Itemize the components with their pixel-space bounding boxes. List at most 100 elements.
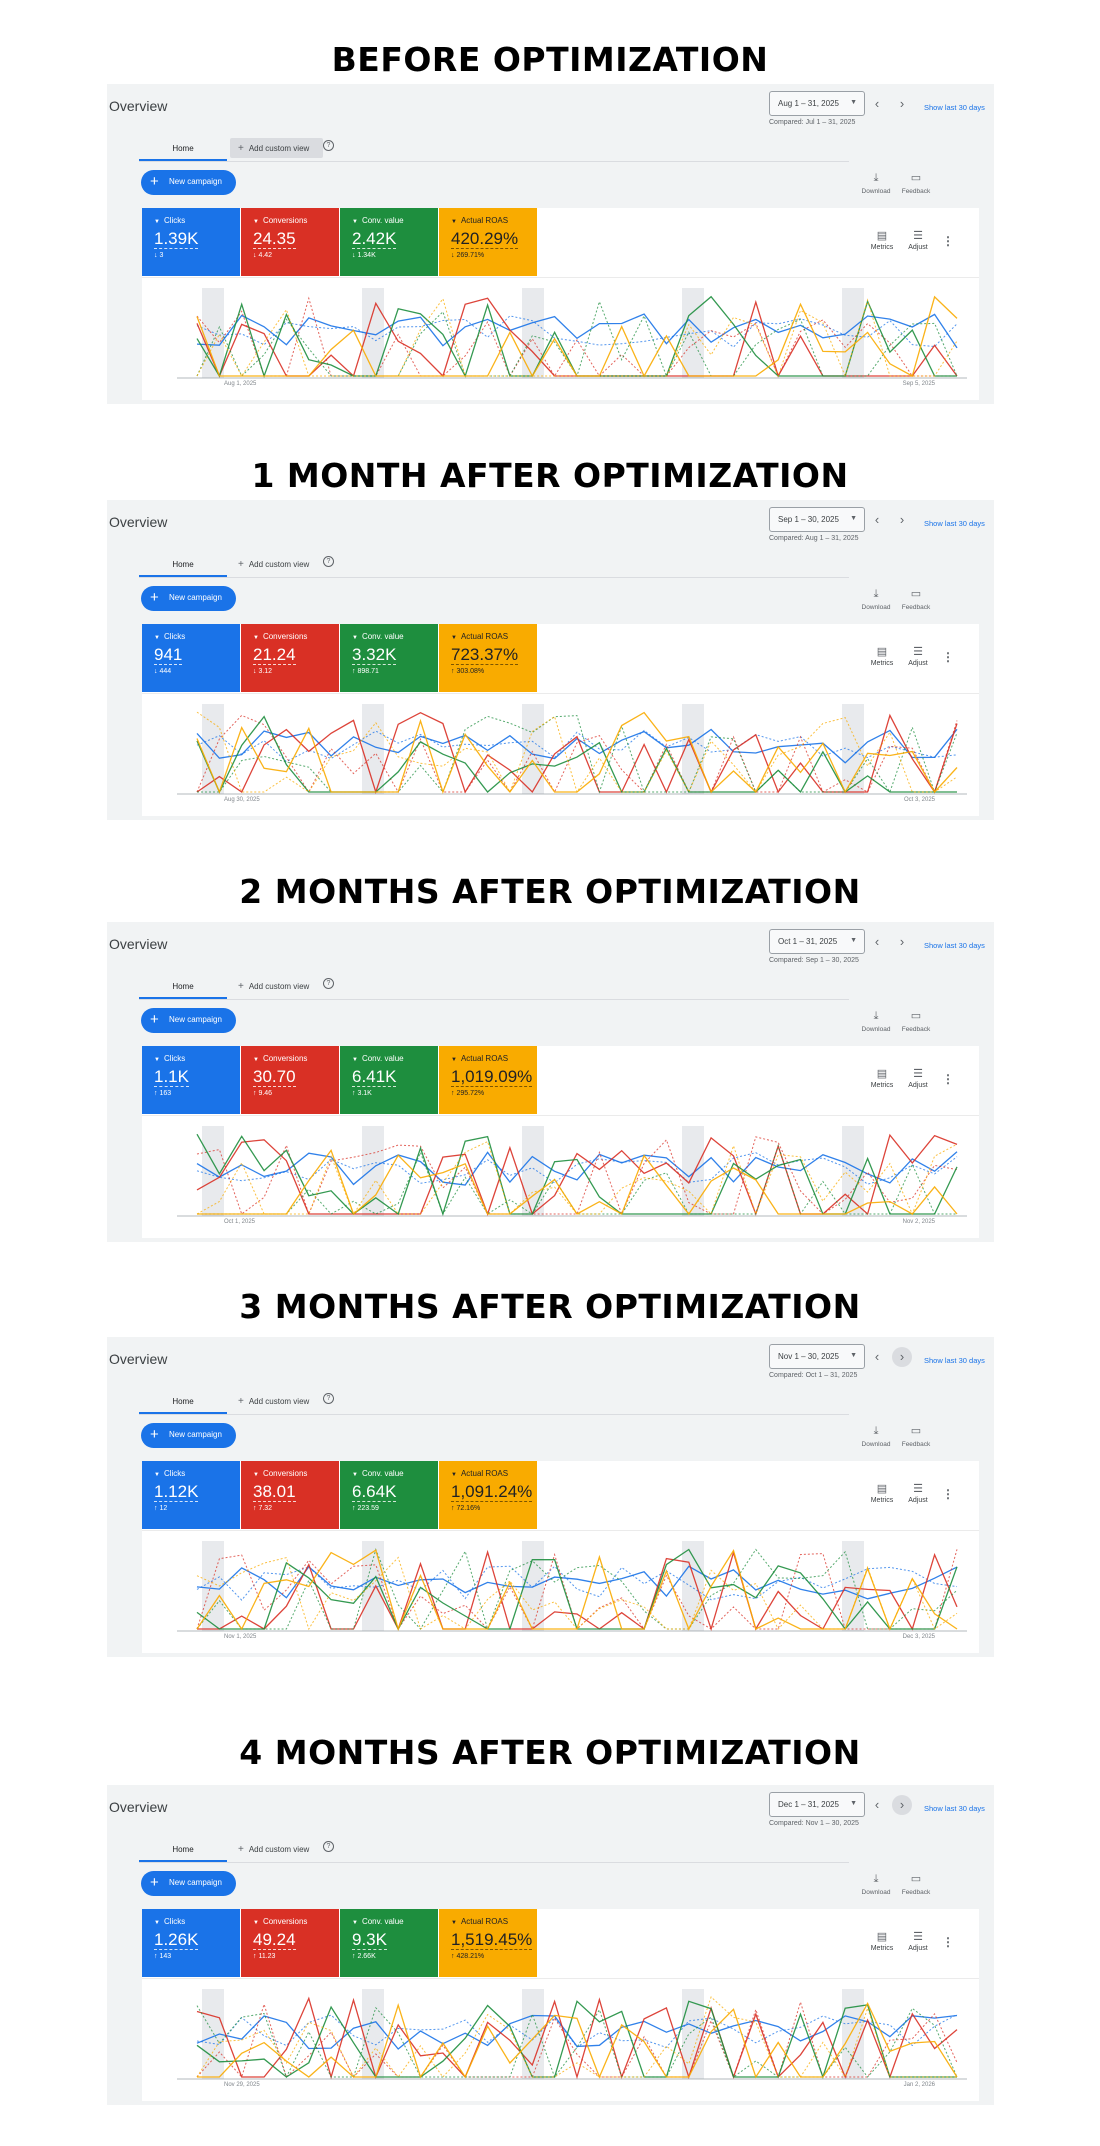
chevron-left-icon[interactable]: ‹ <box>867 932 887 952</box>
date-range-picker[interactable]: Sep 1 – 30, 2025 ▼ <box>769 507 865 532</box>
help-icon[interactable]: ? <box>323 1841 334 1852</box>
more-vert-icon[interactable]: ⋮ <box>942 1487 954 1501</box>
metric-name: Conv. value <box>361 216 404 225</box>
download-button[interactable]: ⤓ Download <box>855 1425 897 1448</box>
metric-card-conv-value[interactable]: ▼ Conv. value 9.3K ↑ 2.66K <box>340 1909 438 1977</box>
chevron-left-icon[interactable]: ‹ <box>867 1347 887 1367</box>
tab-home[interactable]: Home <box>139 1837 227 1862</box>
tab-add-custom-view[interactable]: + Add custom view <box>230 554 323 574</box>
x-axis-start-label: Aug 30, 2025 <box>224 797 260 803</box>
performance-card: ▼ Clicks 1.26K ↑ 143 ▼ Conversions 49.24 ↑… <box>142 1909 979 2101</box>
show-last-30-days-link[interactable]: Show last 30 days <box>924 941 985 950</box>
date-range-label: Sep 1 – 30, 2025 <box>778 515 839 524</box>
chevron-right-icon[interactable]: › <box>892 1347 912 1367</box>
download-button[interactable]: ⤓ Download <box>855 172 897 195</box>
metrics-button[interactable]: ▤ Metrics <box>864 1483 900 1504</box>
metrics-button[interactable]: ▤ Metrics <box>864 646 900 667</box>
tab-add-custom-view[interactable]: + Add custom view <box>230 1839 323 1859</box>
tab-add-custom-view[interactable]: + Add custom view <box>230 138 323 158</box>
more-vert-icon[interactable]: ⋮ <box>942 234 954 248</box>
show-last-30-days-link[interactable]: Show last 30 days <box>924 1356 985 1365</box>
tab-home[interactable]: Home <box>139 974 227 999</box>
metric-card-actual-roas[interactable]: ▼ Actual ROAS 420.29% ↓ 269.71% <box>439 208 537 276</box>
metric-card-conversions[interactable]: ▼ Conversions 30.70 ↑ 9.46 <box>241 1046 339 1114</box>
x-axis-end-label: Nov 2, 2025 <box>902 1219 935 1225</box>
chevron-right-icon[interactable]: › <box>892 510 912 530</box>
chevron-right-icon[interactable]: › <box>892 1795 912 1815</box>
date-range-picker[interactable]: Nov 1 – 30, 2025 ▼ <box>769 1344 865 1369</box>
metric-card-clicks[interactable]: ▼ Clicks 1.12K ↑ 12 <box>142 1461 240 1529</box>
metric-card-actual-roas[interactable]: ▼ Actual ROAS 1,019.09% ↑ 295.72% <box>439 1046 537 1114</box>
chevron-left-icon[interactable]: ‹ <box>867 1795 887 1815</box>
metric-card-actual-roas[interactable]: ▼ Actual ROAS 1,519.45% ↑ 428.21% <box>439 1909 537 1977</box>
show-last-30-days-link[interactable]: Show last 30 days <box>924 1804 985 1813</box>
date-range-picker[interactable]: Aug 1 – 31, 2025 ▼ <box>769 91 865 116</box>
tab-home[interactable]: Home <box>139 552 227 577</box>
tab-home[interactable]: Home <box>139 1389 227 1414</box>
help-icon[interactable]: ? <box>323 1393 334 1404</box>
feedback-button[interactable]: ▭ Feedback <box>895 1425 937 1448</box>
download-button[interactable]: ⤓ Download <box>855 1873 897 1896</box>
metrics-button[interactable]: ▤ Metrics <box>864 1068 900 1089</box>
tab-home[interactable]: Home <box>139 136 227 161</box>
date-range-picker[interactable]: Oct 1 – 31, 2025 ▼ <box>769 929 865 954</box>
metric-card-conversions[interactable]: ▼ Conversions 38.01 ↑ 7.32 <box>241 1461 339 1529</box>
feedback-button[interactable]: ▭ Feedback <box>895 588 937 611</box>
metric-card-actual-roas[interactable]: ▼ Actual ROAS 723.37% ↑ 303.08% <box>439 624 537 692</box>
caret-down-icon: ▼ <box>850 937 857 944</box>
new-campaign-button[interactable]: + New campaign <box>141 586 236 611</box>
chevron-left-icon[interactable]: ‹ <box>867 510 887 530</box>
more-vert-icon[interactable]: ⋮ <box>942 1935 954 1949</box>
chevron-right-icon[interactable]: › <box>892 932 912 952</box>
adjust-button[interactable]: ☰ Adjust <box>900 1068 936 1089</box>
metric-card-actual-roas[interactable]: ▼ Actual ROAS 1,091.24% ↑ 72.16% <box>439 1461 537 1529</box>
chevron-left-icon[interactable]: ‹ <box>867 94 887 114</box>
show-last-30-days-link[interactable]: Show last 30 days <box>924 519 985 528</box>
download-icon: ⤓ <box>873 172 879 184</box>
tab-add-custom-view[interactable]: + Add custom view <box>230 976 323 996</box>
metric-card-conv-value[interactable]: ▼ Conv. value 3.32K ↑ 898.71 <box>340 624 438 692</box>
show-last-30-days-link[interactable]: Show last 30 days <box>924 103 985 112</box>
download-button[interactable]: ⤓ Download <box>855 588 897 611</box>
adjust-button[interactable]: ☰ Adjust <box>900 646 936 667</box>
chevron-right-icon[interactable]: › <box>892 94 912 114</box>
more-vert-icon[interactable]: ⋮ <box>942 1072 954 1086</box>
metric-card-conv-value[interactable]: ▼ Conv. value 2.42K ↓ 1.34K <box>340 208 438 276</box>
tab-add-custom-view[interactable]: + Add custom view <box>230 1391 323 1411</box>
weekend-band <box>522 1541 544 1631</box>
metrics-button[interactable]: ▤ Metrics <box>864 1931 900 1952</box>
metric-card-clicks[interactable]: ▼ Clicks 941 ↓ 444 <box>142 624 240 692</box>
metrics-button[interactable]: ▤ Metrics <box>864 230 900 251</box>
help-icon[interactable]: ? <box>323 140 334 151</box>
metric-value: 30.70 <box>253 1067 296 1087</box>
weekend-band <box>362 1541 384 1631</box>
metric-card-clicks[interactable]: ▼ Clicks 1.26K ↑ 143 <box>142 1909 240 1977</box>
new-campaign-button[interactable]: + New campaign <box>141 1871 236 1896</box>
adjust-button[interactable]: ☰ Adjust <box>900 230 936 251</box>
download-button[interactable]: ⤓ Download <box>855 1010 897 1033</box>
date-range-label: Nov 1 – 30, 2025 <box>778 1352 839 1361</box>
new-campaign-button[interactable]: + New campaign <box>141 170 236 195</box>
metric-card-clicks[interactable]: ▼ Clicks 1.1K ↑ 163 <box>142 1046 240 1114</box>
help-icon[interactable]: ? <box>323 978 334 989</box>
metric-card-conversions[interactable]: ▼ Conversions 24.35 ↓ 4.42 <box>241 208 339 276</box>
feedback-button[interactable]: ▭ Feedback <box>895 1010 937 1033</box>
more-vert-icon[interactable]: ⋮ <box>942 650 954 664</box>
metric-delta: ↓ 3 <box>154 252 164 259</box>
feedback-button[interactable]: ▭ Feedback <box>895 1873 937 1896</box>
caret-down-icon: ▼ <box>352 635 358 641</box>
metric-card-clicks[interactable]: ▼ Clicks 1.39K ↓ 3 <box>142 208 240 276</box>
metric-delta: ↓ 3.12 <box>253 668 273 675</box>
feedback-button[interactable]: ▭ Feedback <box>895 172 937 195</box>
new-campaign-button[interactable]: + New campaign <box>141 1423 236 1448</box>
metric-card-conversions[interactable]: ▼ Conversions 49.24 ↑ 11.23 <box>241 1909 339 1977</box>
adjust-button[interactable]: ☰ Adjust <box>900 1483 936 1504</box>
help-icon[interactable]: ? <box>323 556 334 567</box>
metric-card-conv-value[interactable]: ▼ Conv. value 6.64K ↑ 223.59 <box>340 1461 438 1529</box>
metric-value: 723.37% <box>451 645 519 665</box>
metric-card-conversions[interactable]: ▼ Conversions 21.24 ↓ 3.12 <box>241 624 339 692</box>
metric-card-conv-value[interactable]: ▼ Conv. value 6.41K ↑ 3.1K <box>340 1046 438 1114</box>
new-campaign-button[interactable]: + New campaign <box>141 1008 236 1033</box>
adjust-button[interactable]: ☰ Adjust <box>900 1931 936 1952</box>
date-range-picker[interactable]: Dec 1 – 31, 2025 ▼ <box>769 1792 865 1817</box>
